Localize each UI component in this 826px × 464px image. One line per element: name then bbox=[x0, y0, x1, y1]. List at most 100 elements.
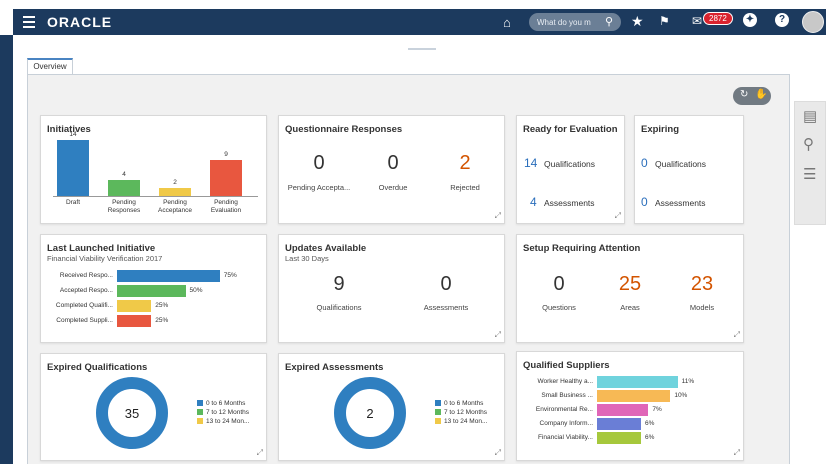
legend-item: 0 to 6 Months bbox=[197, 400, 245, 407]
collapse-handle[interactable] bbox=[408, 48, 436, 50]
bar-category-label: Pending Evaluation bbox=[210, 199, 242, 214]
accessibility-icon[interactable]: ✦ bbox=[743, 13, 757, 27]
overdue-count[interactable]: 0 bbox=[358, 152, 428, 175]
questionnaire-responses-card[interactable]: Questionnaire Responses 0 Pending Accept… bbox=[278, 115, 505, 224]
progress-bar[interactable] bbox=[117, 300, 152, 312]
help-icon[interactable]: ? bbox=[775, 13, 789, 27]
notifications-icon[interactable]: ✉ bbox=[692, 14, 702, 28]
left-edge bbox=[0, 35, 13, 464]
ready-for-evaluation-card[interactable]: Ready for Evaluation 14 Qualifications 4… bbox=[516, 115, 625, 224]
list-icon[interactable]: ☰ bbox=[803, 165, 816, 183]
initiatives-card[interactable]: Initiatives 14 Draft 4 Pending Responses 2 Pe… bbox=[40, 115, 267, 224]
document-icon[interactable]: ▤ bbox=[803, 107, 817, 125]
search-input[interactable] bbox=[537, 16, 599, 28]
bar-category-label: Draft bbox=[65, 199, 81, 206]
x-axis-line bbox=[53, 196, 258, 197]
qualified-suppliers-card[interactable]: Qualified Suppliers Worker Healthy a... 1… bbox=[516, 351, 744, 461]
bar-value-label: 25% bbox=[155, 302, 169, 309]
updates-assessments-label: Assessments bbox=[423, 303, 469, 312]
setup-requiring-attention-card[interactable]: Setup Requiring Attention 0 Questions 25… bbox=[516, 234, 744, 343]
expand-icon[interactable]: ⤢ bbox=[495, 211, 501, 221]
supplier-bar[interactable] bbox=[597, 432, 641, 444]
bar-category-label: Completed Qualifi... bbox=[55, 302, 113, 309]
last-launched-initiative-card[interactable]: Last Launched Initiative Financial Viabi… bbox=[40, 234, 267, 343]
bar-value-label: 6% bbox=[645, 434, 655, 441]
legend-item: 13 to 24 Mon... bbox=[197, 418, 249, 425]
updates-qualifications-count[interactable]: 9 bbox=[304, 273, 374, 296]
qualified-suppliers-bar-chart: Worker Healthy a... 11% Small Business ...… bbox=[517, 352, 745, 462]
bar-category-label: Pending Responses bbox=[107, 199, 141, 214]
bar-value-label: 7% bbox=[652, 406, 662, 413]
oracle-logo[interactable]: ORACLE bbox=[47, 14, 112, 30]
bar-category-label: Financial Viability... bbox=[537, 434, 593, 441]
supplier-bar[interactable] bbox=[597, 404, 649, 416]
bar-value-label: 25% bbox=[155, 317, 169, 324]
hamburger-menu-icon[interactable] bbox=[23, 16, 35, 28]
expand-icon[interactable]: ⤢ bbox=[734, 448, 740, 458]
expired-qualifications-card[interactable]: Expired Qualifications 35 0 to 6 Months … bbox=[40, 353, 267, 461]
expand-icon[interactable]: ⤢ bbox=[495, 330, 501, 340]
areas-label: Areas bbox=[620, 303, 640, 312]
ready-assessments-count[interactable]: 4 bbox=[530, 195, 537, 209]
bar-category-label: Pending Acceptance bbox=[158, 199, 192, 214]
expand-icon[interactable]: ⤢ bbox=[257, 448, 263, 458]
expiring-qualifications-count[interactable]: 0 bbox=[641, 156, 648, 170]
pan-icon[interactable]: ✋ bbox=[755, 89, 767, 100]
home-icon[interactable]: ⌂ bbox=[503, 15, 511, 30]
models-count[interactable]: 23 bbox=[667, 273, 737, 296]
notification-count-badge[interactable]: 2872 bbox=[703, 12, 733, 25]
areas-count[interactable]: 25 bbox=[595, 273, 665, 296]
expand-icon[interactable]: ⤢ bbox=[615, 211, 621, 221]
models-label: Models bbox=[689, 303, 715, 312]
bar-value-label: 4 bbox=[122, 171, 126, 178]
ready-qualifications-count[interactable]: 14 bbox=[524, 156, 537, 170]
pending-acceptance-count[interactable]: 0 bbox=[284, 152, 354, 175]
expand-icon[interactable]: ⤢ bbox=[734, 330, 740, 340]
pending-acceptance-label: Pending Accepta... bbox=[287, 183, 351, 192]
questions-count[interactable]: 0 bbox=[524, 273, 594, 296]
top-navigation-bar: ORACLE ⌂ ⚲ ★ ⚑ ✉ 2872 ✦ ? bbox=[13, 9, 826, 35]
updates-qualifications-label: Qualifications bbox=[316, 303, 362, 312]
rejected-count[interactable]: 2 bbox=[430, 152, 500, 175]
progress-bar[interactable] bbox=[117, 315, 152, 327]
expiring-assessments-count[interactable]: 0 bbox=[641, 195, 648, 209]
card-title: Expired Qualifications bbox=[47, 362, 148, 373]
expiring-qualifications-label: Qualifications bbox=[655, 159, 707, 169]
legend-item: 7 to 12 Months bbox=[435, 409, 487, 416]
expiring-card[interactable]: Expiring 0 Qualifications 0 Assessments bbox=[634, 115, 744, 224]
favorites-star-icon[interactable]: ★ bbox=[631, 13, 644, 30]
initiative-bar[interactable] bbox=[108, 180, 140, 196]
card-title: Questionnaire Responses bbox=[285, 124, 403, 135]
updates-assessments-count[interactable]: 0 bbox=[411, 273, 481, 296]
expired-qualifications-total: 35 bbox=[124, 406, 140, 421]
supplier-bar[interactable] bbox=[597, 376, 678, 388]
initiative-bar[interactable] bbox=[159, 188, 191, 196]
user-avatar[interactable] bbox=[802, 11, 824, 33]
supplier-bar[interactable] bbox=[597, 418, 641, 430]
expired-assessments-card[interactable]: Expired Assessments 2 0 to 6 Months 7 to… bbox=[278, 353, 505, 461]
bar-category-label: Environmental Re... bbox=[535, 406, 593, 413]
supplier-bar[interactable] bbox=[597, 390, 671, 402]
bar-category-label: Worker Healthy a... bbox=[537, 378, 593, 385]
bar-value-label: 50% bbox=[189, 287, 203, 294]
initiatives-bar-chart: 14 Draft 4 Pending Responses 2 Pending Accept… bbox=[41, 116, 268, 225]
expand-icon[interactable]: ⤢ bbox=[495, 448, 501, 458]
card-title: Expiring bbox=[641, 124, 680, 135]
ready-qualifications-label: Qualifications bbox=[544, 159, 596, 169]
dashboard-panel: ↻ ✋ Initiatives 14 Draft 4 Pending Response… bbox=[27, 75, 790, 464]
card-title: Setup Requiring Attention bbox=[523, 243, 641, 254]
updates-available-card[interactable]: Updates Available Last 30 Days 9 Qualifi… bbox=[278, 234, 505, 343]
refresh-icon[interactable]: ↻ bbox=[740, 89, 748, 100]
search-icon[interactable]: ⚲ bbox=[803, 135, 814, 153]
card-title: Ready for Evaluation bbox=[523, 124, 618, 135]
tab-overview[interactable]: Overview bbox=[27, 58, 73, 74]
initiative-bar[interactable] bbox=[210, 160, 242, 196]
bar-category-label: Company Inform... bbox=[539, 420, 593, 427]
progress-bar[interactable] bbox=[117, 285, 186, 297]
flag-icon[interactable]: ⚑ bbox=[659, 14, 670, 28]
progress-bar[interactable] bbox=[117, 270, 220, 282]
questions-label: Questions bbox=[542, 303, 576, 312]
bar-value-label: 6% bbox=[645, 420, 655, 427]
initiative-bar[interactable] bbox=[57, 140, 89, 196]
search-icon[interactable]: ⚲ bbox=[605, 15, 613, 28]
